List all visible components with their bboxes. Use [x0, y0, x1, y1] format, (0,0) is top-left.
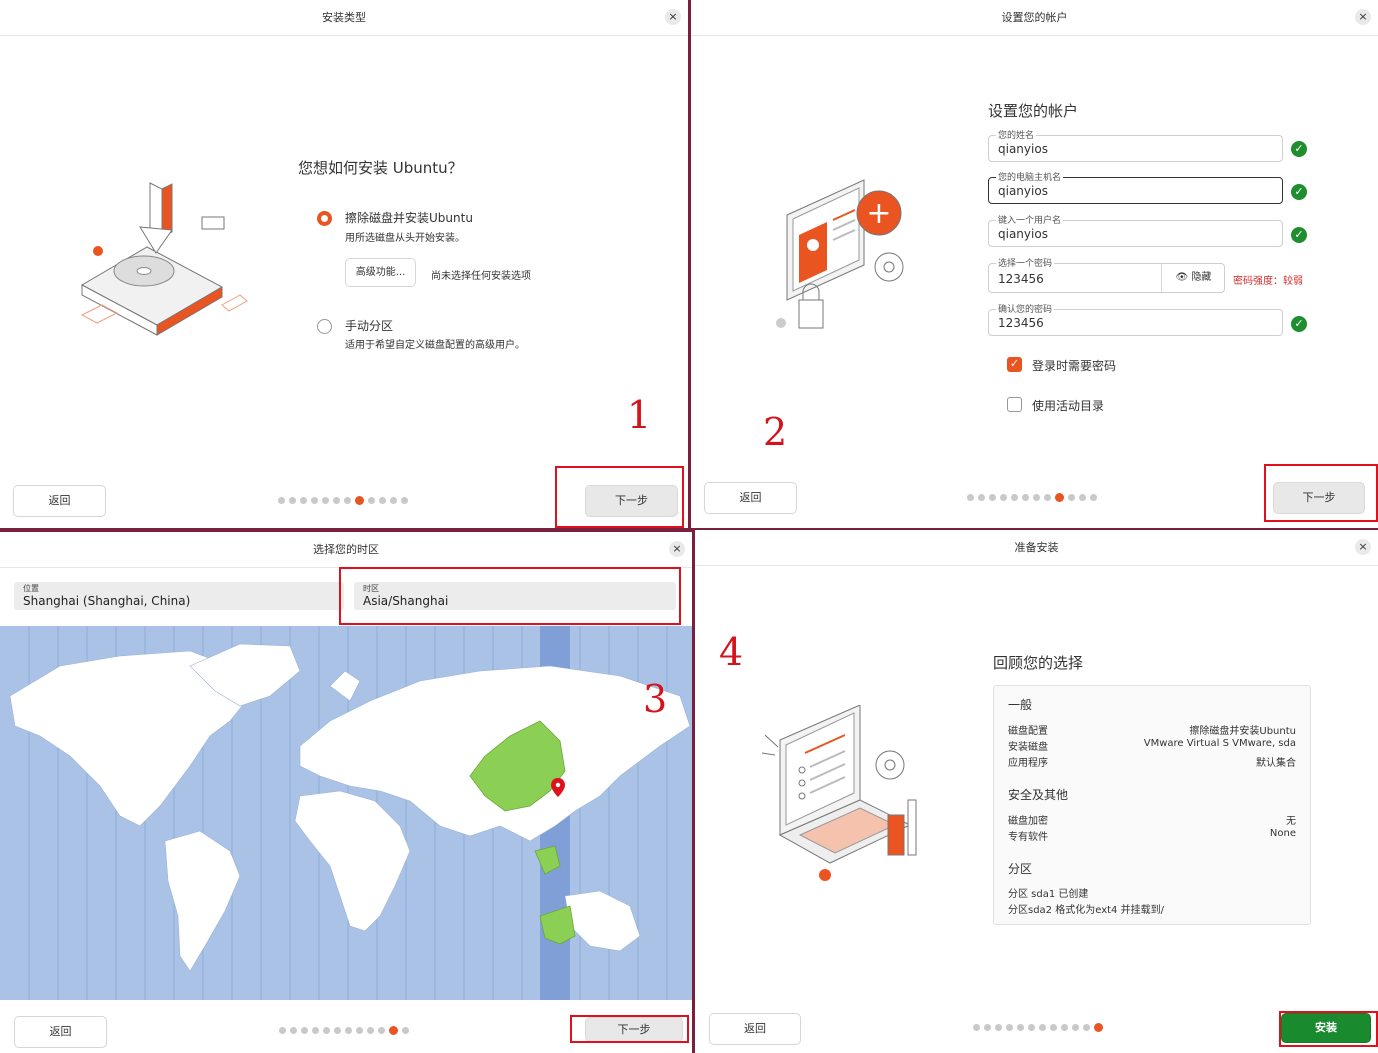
- laptop-tools-illustration: [761, 705, 917, 881]
- install-question: 您想如何安装 Ubuntu？: [298, 159, 463, 177]
- summary-row: 应用程序 默认集合: [1008, 758, 1296, 769]
- full-name-valid-icon: ✓: [1291, 141, 1307, 157]
- step-number-4: 4: [719, 630, 744, 674]
- review-summary-panel: 一般 磁盘配置 擦除磁盘并安装Ubuntu 安装磁盘 VMware Virtual …: [993, 685, 1311, 925]
- progress-dots: [278, 496, 408, 505]
- username-value: qianyios: [998, 227, 1048, 241]
- timezone-label: 时区: [363, 584, 379, 593]
- partition-line: 分区sda2 格式化为ext4 并挂载到/: [1008, 905, 1164, 916]
- installation-type-window: 安装类型 × 您想如何安装 Ubuntu？ 擦除磁盘并安装Ubuntu 用所选磁…: [0, 0, 688, 528]
- password-value: 123456: [998, 272, 1044, 286]
- confirm-password-label: 确认您的密码: [996, 302, 1055, 315]
- manual-partition-radio[interactable]: [317, 319, 332, 334]
- location-label: 位置: [23, 584, 39, 593]
- manual-partition-option-title[interactable]: 手动分区: [345, 317, 393, 334]
- security-section-title: 安全及其他: [1008, 788, 1069, 802]
- close-icon[interactable]: ×: [1355, 539, 1371, 555]
- progress-dots: [973, 1023, 1103, 1032]
- account-security-illustration: +: [776, 179, 904, 329]
- install-button[interactable]: 安装: [1281, 1013, 1371, 1043]
- password-field[interactable]: 选择一个密码 123456 👁 隐藏: [988, 256, 1225, 293]
- account-setup-window: 设置您的帐户 × + 设置您的帐户 您的姓名 qianyios ✓ 您的电脑主机…: [691, 0, 1378, 528]
- manual-partition-option-desc: 适用于希望自定义磁盘配置的高级用户。: [345, 340, 525, 351]
- summary-row: 安装磁盘 VMware Virtual S VMware, sda: [1008, 738, 1296, 753]
- back-button[interactable]: 返回: [14, 1016, 107, 1048]
- full-name-value: qianyios: [998, 142, 1048, 156]
- full-name-field[interactable]: 您的姓名 qianyios: [988, 128, 1283, 162]
- confirm-password-field[interactable]: 确认您的密码 123456: [988, 302, 1283, 336]
- hide-password-toggle[interactable]: 👁 隐藏: [1161, 264, 1225, 292]
- close-icon[interactable]: ×: [665, 9, 681, 25]
- erase-disk-option-desc: 用所选磁盘从头开始安装。: [345, 233, 465, 244]
- progress-dots: [967, 493, 1097, 502]
- hostname-value: qianyios: [998, 184, 1048, 198]
- next-button[interactable]: 下一步: [1273, 482, 1365, 514]
- require-password-checkbox[interactable]: ✓: [1007, 357, 1022, 372]
- hostname-label: 您的电脑主机名: [996, 170, 1064, 183]
- summary-row: 专有软件 None: [1008, 828, 1296, 843]
- username-label: 键入一个用户名: [996, 213, 1064, 226]
- close-icon[interactable]: ×: [669, 541, 685, 557]
- partition-line: 分区 sda1 已创建: [1008, 889, 1089, 900]
- next-button[interactable]: 下一步: [585, 485, 678, 517]
- active-directory-checkbox[interactable]: [1007, 397, 1022, 412]
- erase-disk-radio[interactable]: [317, 211, 332, 226]
- window-title: 准备安装: [695, 530, 1378, 566]
- disk-install-illustration: [80, 182, 248, 336]
- full-name-label: 您的姓名: [996, 128, 1037, 141]
- active-directory-label[interactable]: 使用活动目录: [1032, 397, 1104, 414]
- summary-row: 磁盘加密无: [1008, 816, 1296, 827]
- require-password-label[interactable]: 登录时需要密码: [1032, 357, 1116, 374]
- partitions-section-title: 分区: [1008, 862, 1033, 876]
- eye-slash-icon: 👁: [1175, 272, 1189, 283]
- hostname-field[interactable]: 您的电脑主机名 qianyios: [988, 170, 1283, 204]
- back-button[interactable]: 返回: [709, 1013, 801, 1045]
- username-field[interactable]: 键入一个用户名 qianyios: [988, 213, 1283, 247]
- location-value: Shanghai (Shanghai, China): [23, 594, 191, 608]
- timezone-world-map[interactable]: [0, 626, 692, 1000]
- back-button[interactable]: 返回: [13, 485, 106, 517]
- account-heading: 设置您的帐户: [988, 102, 1079, 120]
- next-button[interactable]: 下一步: [585, 1017, 683, 1042]
- timezone-value: Asia/Shanghai: [363, 594, 449, 608]
- close-icon[interactable]: ×: [1355, 9, 1371, 25]
- advanced-features-button[interactable]: 高级功能...: [345, 258, 416, 287]
- confirm-password-valid-icon: ✓: [1291, 316, 1307, 332]
- hide-label: 隐藏: [1191, 272, 1212, 283]
- username-valid-icon: ✓: [1291, 227, 1307, 243]
- general-section-title: 一般: [1008, 698, 1033, 712]
- summary-row: 磁盘配置 擦除磁盘并安装Ubuntu: [1008, 726, 1296, 737]
- password-label: 选择一个密码: [996, 256, 1055, 269]
- hostname-valid-icon: ✓: [1291, 184, 1307, 200]
- ready-to-install-window: 准备安装 × 回顾您的选择 一般 磁盘配置 擦除磁盘并安装Ubuntu 安装磁盘 V…: [695, 530, 1378, 1053]
- svg-text:+: +: [866, 196, 891, 231]
- advanced-status-text: 尚未选择任何安装选项: [431, 271, 531, 282]
- timezone-combo[interactable]: 时区 Asia/Shanghai: [354, 582, 676, 610]
- back-button[interactable]: 返回: [704, 482, 797, 514]
- timezone-window: 选择您的时区 × 位置 Shanghai (Shanghai, China) 时…: [0, 532, 692, 1053]
- step-number-2: 2: [763, 410, 788, 454]
- confirm-password-value: 123456: [998, 316, 1044, 330]
- window-title: 选择您的时区: [0, 532, 692, 568]
- review-heading: 回顾您的选择: [993, 654, 1084, 672]
- erase-disk-option-title[interactable]: 擦除磁盘并安装Ubuntu: [345, 209, 473, 226]
- password-strength: 密码强度：较弱: [1233, 276, 1303, 287]
- location-combo[interactable]: 位置 Shanghai (Shanghai, China): [14, 582, 344, 610]
- step-number-3: 3: [643, 677, 668, 721]
- progress-dots: [279, 1026, 409, 1035]
- window-title: 安装类型: [0, 0, 688, 36]
- window-title: 设置您的帐户: [691, 0, 1378, 36]
- step-number-1: 1: [627, 393, 652, 437]
